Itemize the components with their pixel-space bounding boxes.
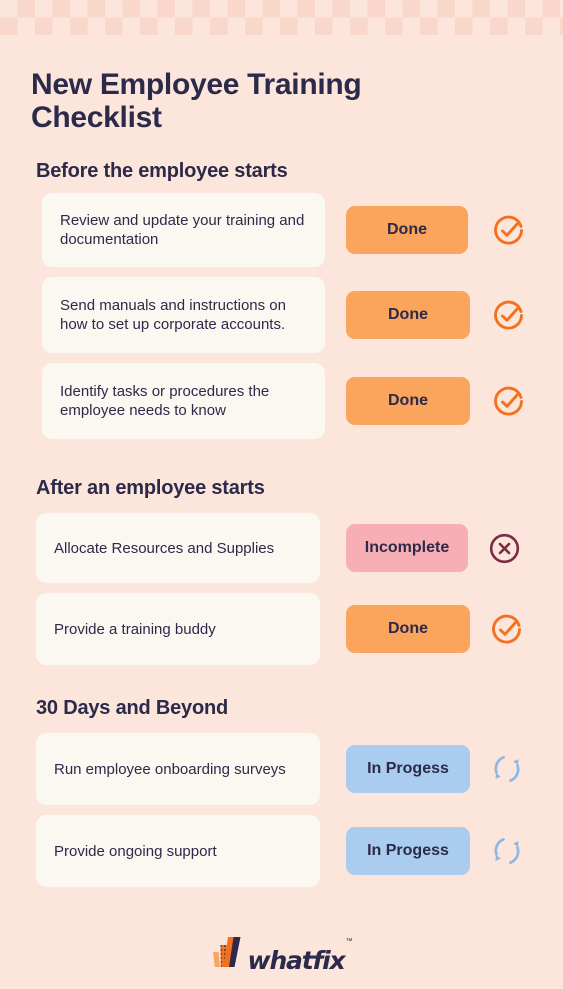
- checklist-row: Send manuals and instructions on how to …: [0, 277, 563, 353]
- task-card[interactable]: Allocate Resources and Supplies: [36, 513, 320, 583]
- status-badge[interactable]: Done: [346, 206, 468, 254]
- checklist-row: Run employee onboarding surveys In Proge…: [0, 733, 563, 805]
- check-circle-icon: [492, 299, 525, 332]
- status-badge-label: Incomplete: [364, 539, 450, 556]
- task-label: Provide a training buddy: [54, 620, 216, 638]
- checklist-row: Identify tasks or procedures the employe…: [0, 363, 563, 439]
- section-thirty-days: 30 Days and Beyond Run employee onboardi…: [0, 697, 563, 897]
- checklist-row: Provide ongoing support In Progess: [0, 815, 563, 887]
- status-badge-label: Done: [388, 392, 428, 409]
- task-card[interactable]: Provide a training buddy: [36, 593, 320, 665]
- task-label: Send manuals and instructions on how to …: [60, 297, 286, 333]
- trademark-symbol: ™: [345, 938, 353, 945]
- section-rows: Run employee onboarding surveys In Proge…: [0, 733, 563, 887]
- status-badge[interactable]: Done: [346, 605, 470, 653]
- status-badge[interactable]: In Progess: [346, 745, 470, 793]
- section-title: 30 Days and Beyond: [36, 697, 229, 719]
- section-rows: Allocate Resources and Supplies Incomple…: [0, 513, 563, 665]
- refresh-circle-icon: [491, 753, 523, 785]
- task-label: Identify tasks or procedures the employe…: [60, 383, 270, 419]
- status-badge-label: In Progess: [367, 842, 449, 859]
- task-label: Run employee onboarding surveys: [54, 760, 286, 778]
- whatfix-logo: whatfix ™: [0, 936, 563, 973]
- checklist-row: Review and update your training and docu…: [0, 193, 563, 267]
- whatfix-wordmark: whatfix: [247, 946, 346, 975]
- task-card[interactable]: Send manuals and instructions on how to …: [42, 277, 325, 353]
- task-label: Provide ongoing support: [54, 842, 217, 860]
- status-badge[interactable]: Incomplete: [346, 524, 468, 572]
- status-badge-label: Done: [388, 620, 428, 637]
- task-label: Allocate Resources and Supplies: [54, 539, 275, 557]
- check-circle-icon: [490, 613, 523, 646]
- status-badge[interactable]: Done: [346, 377, 470, 425]
- checklist-row: Allocate Resources and Supplies Incomple…: [0, 513, 563, 583]
- task-label: Review and update your training and docu…: [60, 212, 305, 248]
- status-badge[interactable]: Done: [346, 291, 470, 339]
- task-card[interactable]: Review and update your training and docu…: [42, 193, 325, 267]
- status-badge-label: Done: [387, 221, 427, 238]
- section-before-start: Before the employee starts Review and up…: [0, 160, 563, 449]
- task-card[interactable]: Provide ongoing support: [36, 815, 320, 887]
- check-circle-icon: [492, 385, 525, 418]
- checklist-page: New Employee Training Checklist Before t…: [0, 0, 563, 989]
- section-title: Before the employee starts: [36, 160, 288, 182]
- checklist-row: Provide a training buddy Done: [0, 593, 563, 665]
- whatfix-mark-icon: [211, 936, 251, 973]
- refresh-circle-icon: [491, 835, 523, 867]
- check-circle-icon: [492, 214, 525, 247]
- status-badge[interactable]: In Progess: [346, 827, 470, 875]
- section-title: After an employee starts: [36, 477, 265, 499]
- section-after-start: After an employee starts Allocate Resour…: [0, 477, 563, 675]
- x-circle-icon: [489, 533, 520, 564]
- page-title: New Employee Training Checklist: [31, 68, 362, 134]
- status-badge-label: In Progess: [367, 760, 449, 777]
- status-badge-label: Done: [388, 306, 428, 323]
- section-rows: Review and update your training and docu…: [0, 193, 563, 439]
- task-card[interactable]: Identify tasks or procedures the employe…: [42, 363, 325, 439]
- task-card[interactable]: Run employee onboarding surveys: [36, 733, 320, 805]
- logo-inner: whatfix ™: [211, 936, 353, 975]
